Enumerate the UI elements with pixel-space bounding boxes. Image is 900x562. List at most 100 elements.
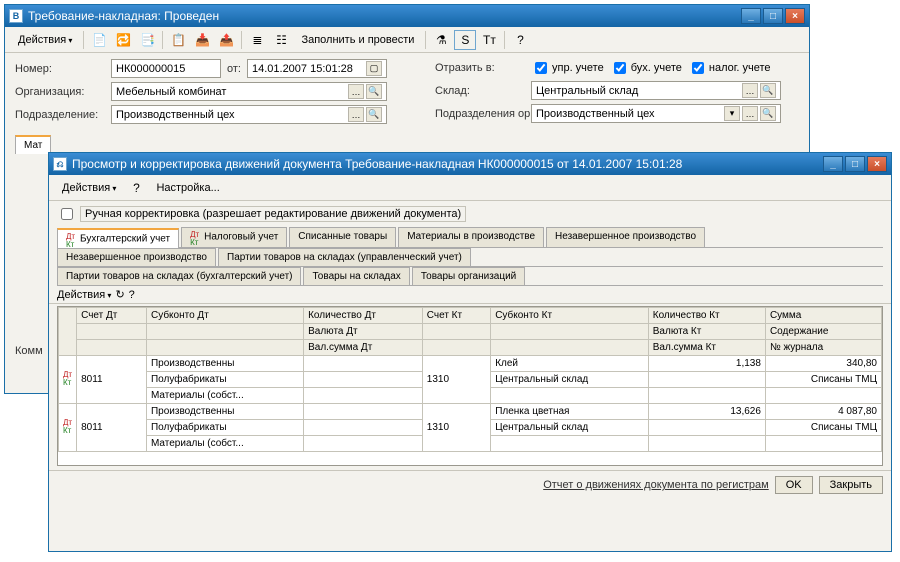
toolbar-btn-10[interactable]: S <box>454 30 476 50</box>
mv-maximize-button[interactable]: □ <box>845 156 865 172</box>
org-select-icon[interactable]: … <box>348 84 364 99</box>
toolbar-btn-3[interactable]: 📑 <box>136 30 158 50</box>
col-val-dt[interactable]: Валюта Дт <box>304 324 423 340</box>
tab-nezav2[interactable]: Незавершенное производство <box>57 248 216 266</box>
window-title: Требование-накладная: Проведен <box>28 9 741 23</box>
toolbar-btn-4[interactable]: 📋 <box>167 30 189 50</box>
tab-mat[interactable]: Мат <box>15 135 51 154</box>
grid-help-icon[interactable]: ? <box>129 289 135 301</box>
col-valsum-kt[interactable]: Вал.сумма Кт <box>648 340 765 356</box>
entries-grid[interactable]: Счет Дт Субконто Дт Количество Дт Счет К… <box>57 306 883 466</box>
tab-nal[interactable]: ДтКтНалоговый учет <box>181 227 287 247</box>
podorg-drop-icon[interactable]: ▾ <box>724 106 740 121</box>
tab-part-upr[interactable]: Партии товаров на складах (управленчески… <box>218 248 471 266</box>
date-input[interactable]: 14.01.2007 15:01:28 ▢ <box>247 59 387 78</box>
help-button[interactable]: ? <box>509 30 531 50</box>
pod-select-icon[interactable]: … <box>348 107 364 122</box>
tab-part-buh[interactable]: Партии товаров на складах (бухгалтерский… <box>57 267 301 285</box>
sklad-label: Склад: <box>435 85 525 97</box>
tab-mat-proizv[interactable]: Материалы в производстве <box>398 227 544 247</box>
mv-window-title: Просмотр и корректировка движений докуме… <box>72 157 823 171</box>
mv-footer: Отчет о движениях документа по регистрам… <box>49 470 891 499</box>
grid-refresh-icon[interactable]: ↻ <box>115 288 124 301</box>
pod-input[interactable]: Производственный цех … 🔍 <box>111 105 387 124</box>
toolbar-btn-1[interactable]: 📄 <box>88 30 110 50</box>
col-val-kt[interactable]: Валюта Кт <box>648 324 765 340</box>
sklad-input[interactable]: Центральный склад … 🔍 <box>531 81 781 100</box>
podorg-search-icon[interactable]: 🔍 <box>760 106 776 121</box>
col-schet-kt[interactable]: Счет Кт <box>422 308 490 324</box>
ok-button[interactable]: OK <box>775 476 813 494</box>
table-row[interactable]: ДтКт 8011 Производственны 1310 Пленка цв… <box>59 404 882 420</box>
tab-buh[interactable]: ДтКтБухгалтерский учет <box>57 228 179 248</box>
mv-app-icon: ⎌ <box>53 157 67 171</box>
mv-actions-menu[interactable]: Действия <box>55 179 123 197</box>
close-button[interactable]: × <box>785 8 805 24</box>
toolbar-btn-8[interactable]: ☷ <box>270 30 292 50</box>
app-icon: В <box>9 9 23 23</box>
number-input[interactable]: НК000000015 <box>111 59 221 78</box>
col-sod[interactable]: Содержание <box>765 324 881 340</box>
mv-titlebar[interactable]: ⎌ Просмотр и корректировка движений доку… <box>49 153 891 175</box>
manual-edit-label: Ручная корректировка (разрешает редактир… <box>80 206 466 222</box>
actions-menu[interactable]: Действия <box>11 31 79 49</box>
maximize-button[interactable]: □ <box>763 8 783 24</box>
from-label: от: <box>227 63 241 75</box>
upr-checkbox[interactable]: упр. учете <box>531 59 604 77</box>
pod-label: Подразделение: <box>15 109 105 121</box>
tab-tov-skl[interactable]: Товары на складах <box>303 267 409 285</box>
tab-spis[interactable]: Списанные товары <box>289 227 396 247</box>
sklad-select-icon[interactable]: … <box>742 83 758 98</box>
help-icon[interactable]: ? <box>125 178 147 198</box>
grid-actions-menu[interactable]: Действия <box>57 289 111 301</box>
col-schet-dt[interactable]: Счет Дт <box>77 308 147 324</box>
col-kol-dt[interactable]: Количество Дт <box>304 308 423 324</box>
date-picker-icon[interactable]: ▢ <box>366 61 382 76</box>
dtkt-icon-2: ДтКт <box>190 231 202 243</box>
col-valsum-dt[interactable]: Вал.сумма Дт <box>304 340 423 356</box>
col-kol-kt[interactable]: Количество Кт <box>648 308 765 324</box>
tab-nezav1[interactable]: Незавершенное производство <box>546 227 705 247</box>
podorg-label: Подразделения организации: <box>435 108 525 120</box>
number-label: Номер: <box>15 63 105 75</box>
org-search-icon[interactable]: 🔍 <box>366 84 382 99</box>
grid-toolbar: Действия ↻ ? <box>49 286 891 304</box>
mv-toolbar: Действия ? Настройка... <box>49 175 891 201</box>
toolbar: Действия 📄 🔁 📑 📋 📥 📤 ≣ ☷ Заполнить и про… <box>5 27 809 53</box>
dtkt-icon: ДтКт <box>66 233 78 245</box>
podorg-select-icon[interactable]: … <box>742 106 758 121</box>
toolbar-btn-5[interactable]: 📥 <box>191 30 213 50</box>
mv-minimize-button[interactable]: _ <box>823 156 843 172</box>
form-area: Номер: НК000000015 от: 14.01.2007 15:01:… <box>5 53 809 160</box>
toolbar-btn-9[interactable]: ⚗ <box>430 30 452 50</box>
manual-edit-checkbox[interactable] <box>61 208 73 220</box>
pod-search-icon[interactable]: 🔍 <box>366 107 382 122</box>
col-jur[interactable]: № журнала <box>765 340 881 356</box>
tab-tov-org[interactable]: Товары организаций <box>412 267 525 285</box>
podorg-input[interactable]: Производственный цех ▾ … 🔍 <box>531 104 781 123</box>
toolbar-btn-7[interactable]: ≣ <box>246 30 268 50</box>
nal-checkbox[interactable]: налог. учете <box>688 59 771 77</box>
reflect-label: Отразить в: <box>435 62 525 74</box>
toolbar-btn-2[interactable]: 🔁 <box>112 30 134 50</box>
sklad-search-icon[interactable]: 🔍 <box>760 83 776 98</box>
toolbar-btn-6[interactable]: 📤 <box>215 30 237 50</box>
col-subk-kt[interactable]: Субконто Кт <box>491 308 649 324</box>
mv-close-button[interactable]: × <box>867 156 887 172</box>
col-summa[interactable]: Сумма <box>765 308 881 324</box>
report-link[interactable]: Отчет о движениях документа по регистрам <box>543 479 769 491</box>
comment-label: Комм <box>15 345 43 357</box>
table-row[interactable]: ДтКт 8011 Производственны 1310 Клей 1,13… <box>59 356 882 372</box>
col-subk-dt[interactable]: Субконто Дт <box>146 308 303 324</box>
dtkt-row-icon-2: ДтКт <box>63 419 72 435</box>
close-footer-button[interactable]: Закрыть <box>819 476 883 494</box>
minimize-button[interactable]: _ <box>741 8 761 24</box>
settings-button[interactable]: Настройка... <box>149 179 226 197</box>
buh-checkbox[interactable]: бух. учете <box>610 59 682 77</box>
titlebar[interactable]: В Требование-накладная: Проведен _ □ × <box>5 5 809 27</box>
toolbar-btn-11[interactable]: Tт <box>478 30 500 50</box>
org-input[interactable]: Мебельный комбинат … 🔍 <box>111 82 387 101</box>
dtkt-row-icon: ДтКт <box>63 371 72 387</box>
movements-window: ⎌ Просмотр и корректировка движений доку… <box>48 152 892 552</box>
fill-post-button[interactable]: Заполнить и провести <box>294 31 421 49</box>
